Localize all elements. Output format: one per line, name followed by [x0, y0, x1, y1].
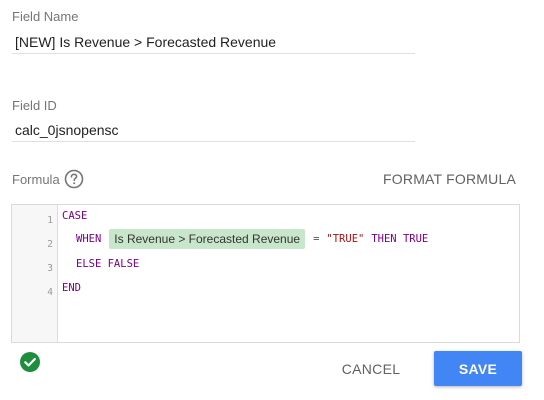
field-id-label: Field ID	[12, 98, 57, 113]
code-line-4: END	[62, 282, 81, 294]
keyword-then: THEN TRUE	[371, 233, 429, 245]
string-literal: "TRUE"	[326, 233, 365, 245]
line-number-gutter: 1 2 3 4	[12, 205, 58, 342]
field-name-input[interactable]	[12, 31, 415, 54]
calculated-field-editor: Field Name Field ID Formula FORMAT FORMU…	[0, 0, 544, 400]
keyword-case: CASE	[62, 210, 88, 222]
format-formula-button[interactable]: FORMAT FORMULA	[383, 171, 516, 187]
formula-editor[interactable]: 1 2 3 4 CASE WHEN Is Revenue > Forecaste…	[11, 204, 520, 343]
operator-equals: =	[313, 233, 320, 245]
line-number: 2	[47, 239, 53, 250]
line-number: 1	[47, 215, 53, 226]
keyword-end: END	[62, 282, 81, 294]
field-chip[interactable]: Is Revenue > Forecasted Revenue	[109, 229, 306, 249]
keyword-else: ELSE FALSE	[76, 258, 140, 270]
formula-label: Formula	[12, 172, 60, 187]
code-line-3: ELSE FALSE	[76, 258, 139, 270]
check-circle-icon	[20, 352, 40, 372]
field-id-input[interactable]	[12, 119, 415, 142]
line-number: 3	[47, 263, 53, 274]
formula-code-area[interactable]: CASE WHEN Is Revenue > Forecasted Revenu…	[58, 205, 519, 342]
code-line-1: CASE	[62, 210, 87, 222]
save-button[interactable]: SAVE	[434, 351, 522, 386]
line-number: 4	[47, 287, 53, 298]
help-circle-icon[interactable]	[64, 169, 84, 189]
field-name-label: Field Name	[12, 9, 79, 24]
keyword-when: WHEN	[76, 233, 102, 245]
code-line-2: WHEN Is Revenue > Forecasted Revenue = "…	[76, 229, 428, 249]
cancel-button[interactable]: CANCEL	[333, 352, 409, 386]
